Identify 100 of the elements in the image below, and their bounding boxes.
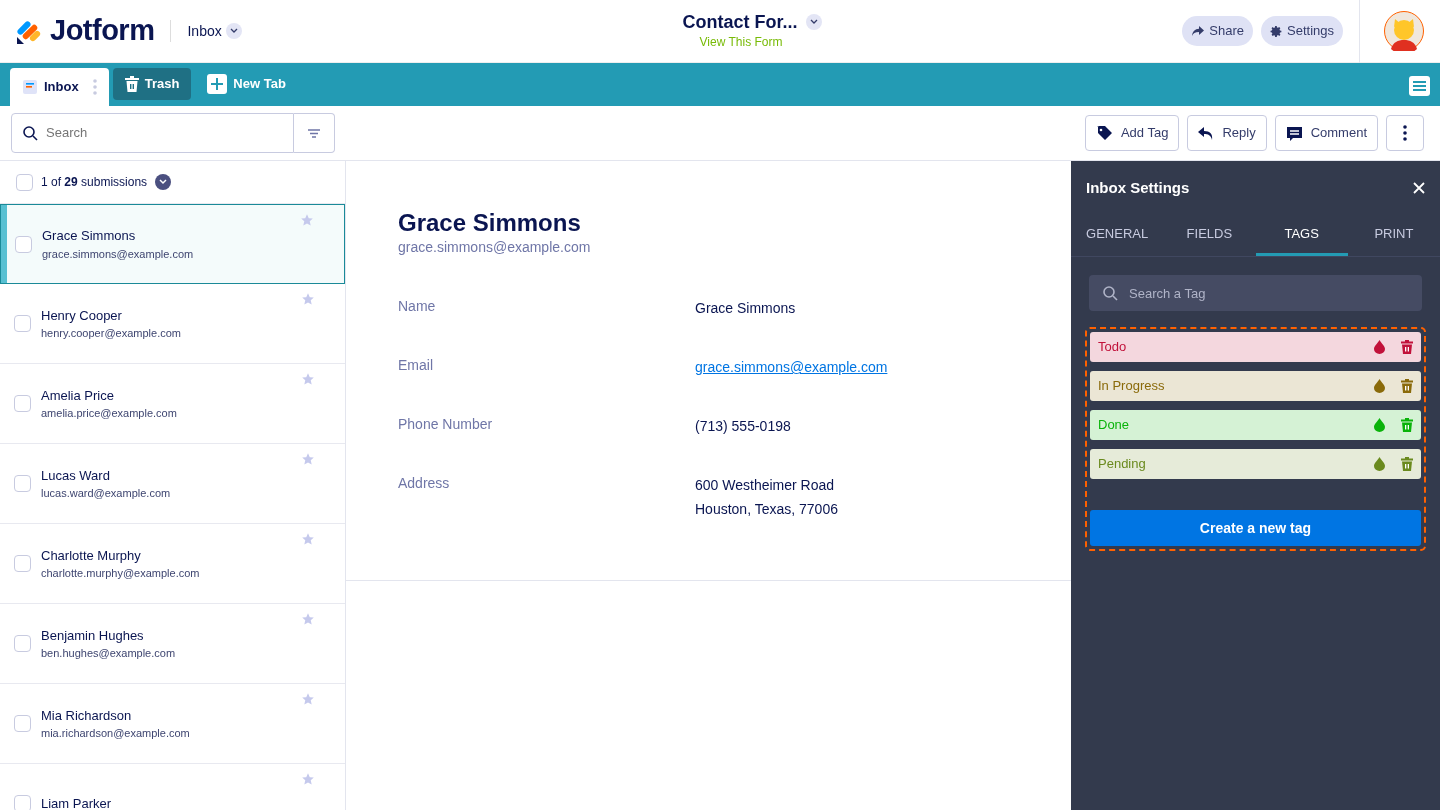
submitter-email: lucas.ward@example.com bbox=[41, 486, 171, 502]
submitter-name: Amelia Price bbox=[41, 386, 115, 405]
submitter-name: Lucas Ward bbox=[41, 466, 111, 485]
trash-icon[interactable] bbox=[1401, 418, 1413, 433]
plus-icon bbox=[207, 74, 228, 94]
field-label: Name bbox=[398, 297, 437, 317]
chevron-icon bbox=[225, 23, 242, 39]
brand-name: Jotform bbox=[50, 13, 155, 49]
comment-button[interactable]: Comment bbox=[1274, 115, 1378, 152]
trash-icon bbox=[124, 76, 139, 92]
submitter-name: Henry Cooper bbox=[41, 306, 123, 325]
trash-icon[interactable] bbox=[1401, 457, 1413, 472]
add-tag-button[interactable]: Add Tag bbox=[1084, 115, 1180, 152]
tag-row[interactable]: Todo bbox=[1090, 332, 1421, 363]
select-all-checkbox[interactable] bbox=[16, 173, 33, 191]
color-drop-icon[interactable] bbox=[1374, 379, 1385, 394]
trash-icon[interactable] bbox=[1401, 379, 1413, 394]
submitter-email: grace.simmons@example.com bbox=[42, 246, 194, 262]
inbox-icon bbox=[22, 79, 38, 95]
submitter-name: Charlotte Murphy bbox=[41, 546, 142, 565]
field-label: Phone Number bbox=[398, 415, 494, 435]
row-checkbox[interactable] bbox=[14, 475, 31, 493]
inbox-tab[interactable]: Inbox bbox=[10, 68, 109, 106]
section-dropdown[interactable]: Inbox bbox=[187, 20, 242, 42]
field-value: Grace Simmons bbox=[695, 299, 796, 319]
submitter-email: amelia.price@example.com bbox=[41, 406, 177, 422]
color-drop-icon[interactable] bbox=[1374, 457, 1385, 472]
row-checkbox[interactable] bbox=[14, 715, 31, 733]
inbox-tab[interactable]: Trash bbox=[112, 68, 192, 100]
settings-icon bbox=[1270, 24, 1283, 38]
close-icon[interactable] bbox=[1413, 182, 1425, 195]
settings-tab[interactable]: TAGS bbox=[1255, 213, 1348, 257]
trash-icon[interactable] bbox=[1401, 340, 1413, 355]
submitter-name: Benjamin Hughes bbox=[41, 626, 145, 645]
row-checkbox[interactable] bbox=[14, 315, 31, 333]
form-title-dropdown[interactable]: Contact For... bbox=[682, 11, 822, 33]
color-drop-icon[interactable] bbox=[1374, 340, 1385, 355]
field-value: 600 Westheimer Road bbox=[695, 476, 836, 496]
menu-icon[interactable] bbox=[1409, 76, 1430, 96]
row-checkbox[interactable] bbox=[15, 235, 32, 253]
tag-row[interactable]: In Progress bbox=[1090, 371, 1421, 402]
tag-icon bbox=[1095, 124, 1113, 142]
settings-tab[interactable]: GENERAL bbox=[1071, 213, 1164, 257]
submission-row[interactable]: Mia Richardson mia.richardson@example.com bbox=[0, 684, 345, 765]
create-tag-button[interactable]: Create a new tag bbox=[1090, 510, 1421, 547]
submission-row[interactable]: Charlotte Murphy charlotte.murphy@example.com bbox=[0, 524, 345, 605]
more-button[interactable] bbox=[1386, 115, 1424, 152]
chevron-icon bbox=[805, 14, 822, 30]
search-field[interactable]: Search bbox=[11, 113, 294, 154]
field-label: Address bbox=[398, 474, 451, 494]
chevron-icon[interactable] bbox=[155, 174, 172, 191]
email-link[interactable]: grace.simmons@example.com bbox=[695, 355, 888, 380]
submission-row[interactable]: Grace Simmons grace.simmons@example.com bbox=[0, 204, 345, 285]
submission-row[interactable]: Henry Cooper henry.cooper@example.com bbox=[0, 284, 345, 365]
star-icon[interactable] bbox=[301, 452, 315, 467]
avatar[interactable] bbox=[1384, 11, 1424, 51]
settings-tab[interactable]: FIELDS bbox=[1163, 213, 1256, 257]
star-icon[interactable] bbox=[301, 372, 315, 387]
submitter-name: Liam Parker bbox=[41, 794, 112, 810]
submitter-heading: Grace Simmons bbox=[398, 209, 582, 238]
star-icon[interactable] bbox=[301, 692, 315, 707]
color-drop-icon[interactable] bbox=[1374, 418, 1385, 433]
field-value: (713) 555-0198 bbox=[695, 417, 791, 437]
settings-button[interactable]: Settings bbox=[1261, 16, 1343, 46]
star-icon[interactable] bbox=[301, 612, 315, 627]
submission-row[interactable]: Lucas Ward lucas.ward@example.com bbox=[0, 444, 345, 525]
share-button[interactable]: Share bbox=[1182, 16, 1253, 46]
comment-icon bbox=[1285, 124, 1303, 142]
row-checkbox[interactable] bbox=[14, 795, 31, 810]
submission-row[interactable]: Benjamin Hughes ben.hughes@example.com bbox=[0, 604, 345, 685]
submitter-email: charlotte.murphy@example.com bbox=[41, 566, 200, 582]
settings-tab[interactable]: PRINT bbox=[1347, 213, 1440, 257]
submitter-email: mia.richardson@example.com bbox=[41, 726, 190, 742]
reply-icon bbox=[1198, 125, 1215, 141]
submitter-name: Mia Richardson bbox=[41, 706, 133, 725]
row-checkbox[interactable] bbox=[14, 395, 31, 413]
field-value: Houston, Texas, 77006 bbox=[695, 500, 838, 520]
field-label: Email bbox=[398, 356, 434, 376]
row-checkbox[interactable] bbox=[14, 635, 31, 653]
star-icon[interactable] bbox=[301, 772, 315, 787]
reply-button[interactable]: Reply bbox=[1187, 115, 1267, 152]
search-icon bbox=[22, 125, 38, 142]
submission-row[interactable]: Amelia Price amelia.price@example.com bbox=[0, 364, 345, 445]
submission-row[interactable]: Liam Parker bbox=[0, 764, 345, 810]
submitter-email: grace.simmons@example.com bbox=[398, 238, 592, 258]
filter-button[interactable] bbox=[294, 113, 335, 154]
star-icon[interactable] bbox=[301, 532, 315, 547]
search-icon bbox=[1102, 285, 1118, 302]
kebab-icon[interactable] bbox=[92, 79, 97, 95]
submitter-email: henry.cooper@example.com bbox=[41, 326, 181, 342]
kebab-icon bbox=[1403, 125, 1407, 142]
filter-icon bbox=[308, 128, 320, 138]
star-icon[interactable] bbox=[300, 213, 314, 228]
submission-count: 1 of 29 submissions bbox=[41, 174, 148, 192]
share-arrow-icon bbox=[1191, 25, 1206, 37]
submitter-email: ben.hughes@example.com bbox=[41, 646, 176, 662]
submitter-name: Grace Simmons bbox=[42, 227, 137, 246]
star-icon[interactable] bbox=[301, 292, 315, 307]
row-checkbox[interactable] bbox=[14, 555, 31, 573]
tag-search-field[interactable]: Search a Tag bbox=[1089, 275, 1422, 312]
